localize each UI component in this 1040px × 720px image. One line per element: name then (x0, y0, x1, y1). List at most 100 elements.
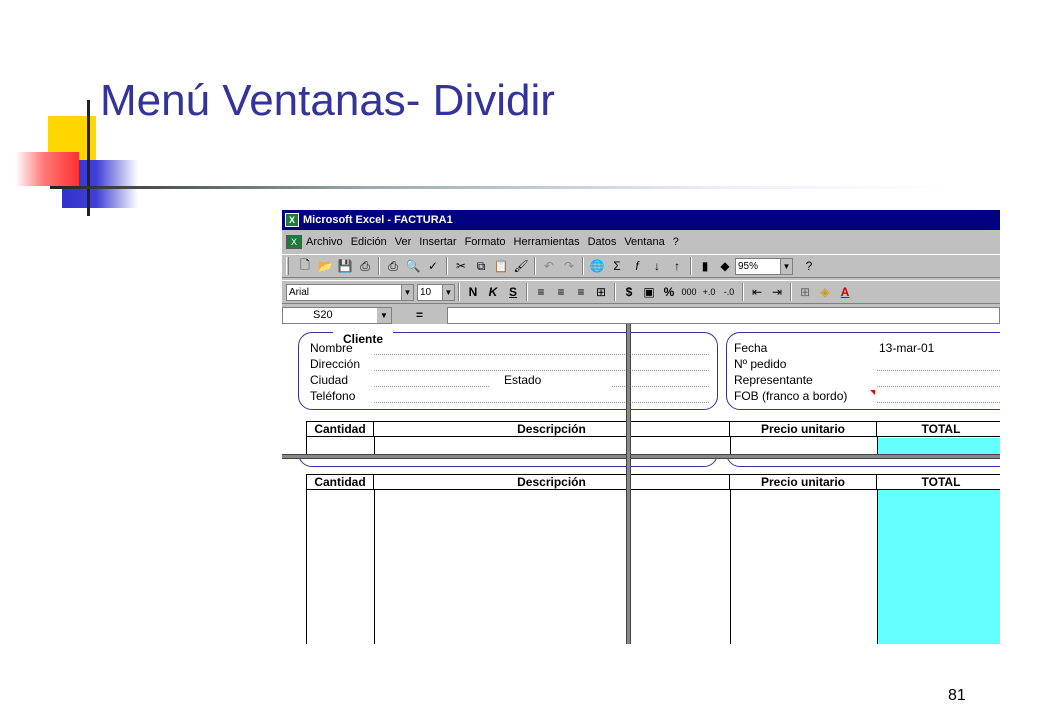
increase-decimal-icon[interactable]: +.0 (699, 282, 719, 302)
excel-window: X Microsoft Excel - FACTURA1 X Archivo E… (282, 210, 1000, 644)
menu-formato[interactable]: Formato (465, 236, 506, 248)
menu-insertar[interactable]: Insertar (419, 236, 456, 248)
total-cell[interactable] (878, 438, 1000, 454)
percent-button[interactable]: % (659, 282, 679, 302)
slide-title: Menú Ventanas- Dividir (100, 76, 555, 125)
fill-color-icon[interactable]: ◈ (815, 282, 835, 302)
toolbar-grip[interactable] (286, 257, 289, 275)
help-icon[interactable]: ? (799, 256, 819, 276)
font-select[interactable]: Arial ▼ (286, 283, 414, 301)
worksheet[interactable]: Cliente Nombre Dirección Ciudad Estado T… (282, 324, 1000, 644)
font-size-select[interactable]: 10 ▼ (417, 283, 455, 301)
print-icon[interactable]: ⎙ (383, 256, 403, 276)
new-icon[interactable]: 🗋 (295, 256, 315, 276)
comment-indicator[interactable] (870, 390, 875, 395)
save-icon[interactable]: 💾 (335, 256, 355, 276)
menu-datos[interactable]: Datos (588, 236, 617, 248)
edit-formula-button[interactable]: = (392, 308, 447, 322)
thousands-button[interactable]: 000 (679, 282, 699, 302)
menu-herramientas[interactable]: Herramientas (514, 236, 580, 248)
horizontal-split-bar[interactable] (282, 454, 1000, 459)
underline-button[interactable]: S (503, 282, 523, 302)
page-number: 81 (948, 687, 966, 704)
chevron-down-icon[interactable]: ▼ (780, 258, 792, 274)
autosum-icon[interactable]: Σ (607, 256, 627, 276)
direccion-field[interactable] (374, 370, 709, 371)
chevron-down-icon[interactable]: ▼ (442, 284, 454, 300)
decor-horizontal-line (50, 186, 950, 189)
name-box[interactable]: S20 ▼ (282, 306, 392, 324)
print-preview-icon[interactable]: 🔍 (403, 256, 423, 276)
standard-toolbar: 🗋 📂 💾 ⎙ ⎙ 🔍 ✓ ✂ ⧉ 📋 🖌 ↶ ↷ 🌐 Σ f ↓ ↑ ▮ ◆ … (282, 254, 1000, 278)
nombre-field[interactable] (374, 354, 709, 355)
toolbar-separator (614, 283, 616, 301)
formula-bar: S20 ▼ = (282, 306, 1000, 324)
chart-wizard-icon[interactable]: ▮ (695, 256, 715, 276)
zoom-select[interactable]: 95% ▼ (735, 257, 793, 275)
spelling-icon[interactable]: ✓ (423, 256, 443, 276)
open-icon[interactable]: 📂 (315, 256, 335, 276)
borders-icon[interactable]: ⊞ (795, 282, 815, 302)
fecha-label: Fecha (734, 341, 768, 355)
vertical-split-bar[interactable] (626, 324, 631, 644)
header-descripcion: Descripción (374, 422, 730, 437)
paste-icon[interactable]: 📋 (491, 256, 511, 276)
toolbar-separator (446, 257, 448, 275)
currency-button[interactable]: $ (619, 282, 639, 302)
hyperlink-icon[interactable]: 🌐 (587, 256, 607, 276)
title-bar: X Microsoft Excel - FACTURA1 (282, 210, 1000, 230)
menu-ventana[interactable]: Ventana (624, 236, 664, 248)
chevron-down-icon[interactable]: ▼ (401, 284, 413, 300)
drawing-icon[interactable]: ◆ (715, 256, 735, 276)
header-total: TOTAL (877, 475, 1000, 490)
increase-indent-icon[interactable]: ⇥ (767, 282, 787, 302)
grid-line (877, 437, 878, 454)
pedido-label: Nº pedido (734, 357, 787, 371)
grid-line (306, 437, 307, 454)
web-save-icon[interactable]: ⎙ (355, 256, 375, 276)
font-color-icon[interactable]: A (835, 282, 855, 302)
menu-ver[interactable]: Ver (395, 236, 412, 248)
function-icon[interactable]: f (627, 256, 647, 276)
ciudad-field[interactable] (374, 386, 489, 387)
top-pane[interactable]: Cliente Nombre Dirección Ciudad Estado T… (282, 324, 1000, 454)
excel-app-icon[interactable]: X (285, 213, 299, 227)
decrease-decimal-icon[interactable]: -.0 (719, 282, 739, 302)
align-right-icon[interactable]: ≡ (571, 282, 591, 302)
menu-archivo[interactable]: Archivo (306, 236, 343, 248)
align-center-icon[interactable]: ≡ (551, 282, 571, 302)
header-total: TOTAL (877, 422, 1000, 437)
total-column[interactable] (878, 490, 1000, 644)
bottom-pane[interactable]: Cantidad Descripción Precio unitario TOT… (282, 459, 1000, 644)
align-left-icon[interactable]: ≡ (531, 282, 551, 302)
italic-button[interactable]: K (483, 282, 503, 302)
header-cantidad: Cantidad (306, 475, 374, 490)
cut-icon[interactable]: ✂ (451, 256, 471, 276)
copy-icon[interactable]: ⧉ (471, 256, 491, 276)
redo-icon[interactable]: ↷ (559, 256, 579, 276)
toolbar-separator (534, 257, 536, 275)
decrease-indent-icon[interactable]: ⇤ (747, 282, 767, 302)
format-painter-icon[interactable]: 🖌 (511, 256, 531, 276)
menu-help[interactable]: ? (673, 236, 679, 248)
telefono-field[interactable] (374, 402, 709, 403)
sort-desc-icon[interactable]: ↑ (667, 256, 687, 276)
toolbar-separator (378, 257, 380, 275)
menu-edicion[interactable]: Edición (351, 236, 387, 248)
workbook-icon[interactable]: X (286, 235, 302, 249)
pedido-field[interactable] (877, 370, 1000, 371)
merge-center-icon[interactable]: ⊞ (591, 282, 611, 302)
ciudad-label: Ciudad (310, 373, 349, 387)
undo-icon[interactable]: ↶ (539, 256, 559, 276)
formula-input[interactable] (447, 306, 1000, 324)
euro-icon[interactable]: ▣ (639, 282, 659, 302)
menu-bar: X Archivo Edición Ver Insertar Formato H… (282, 232, 1000, 252)
bold-button[interactable]: N (463, 282, 483, 302)
sort-asc-icon[interactable]: ↓ (647, 256, 667, 276)
toolbar-separator (790, 283, 792, 301)
order-info-box-bottom (726, 459, 1000, 467)
chevron-down-icon[interactable]: ▼ (377, 307, 391, 323)
fob-field[interactable] (877, 402, 1000, 403)
cliente-box-bottom (298, 459, 718, 467)
representante-field[interactable] (877, 386, 1000, 387)
